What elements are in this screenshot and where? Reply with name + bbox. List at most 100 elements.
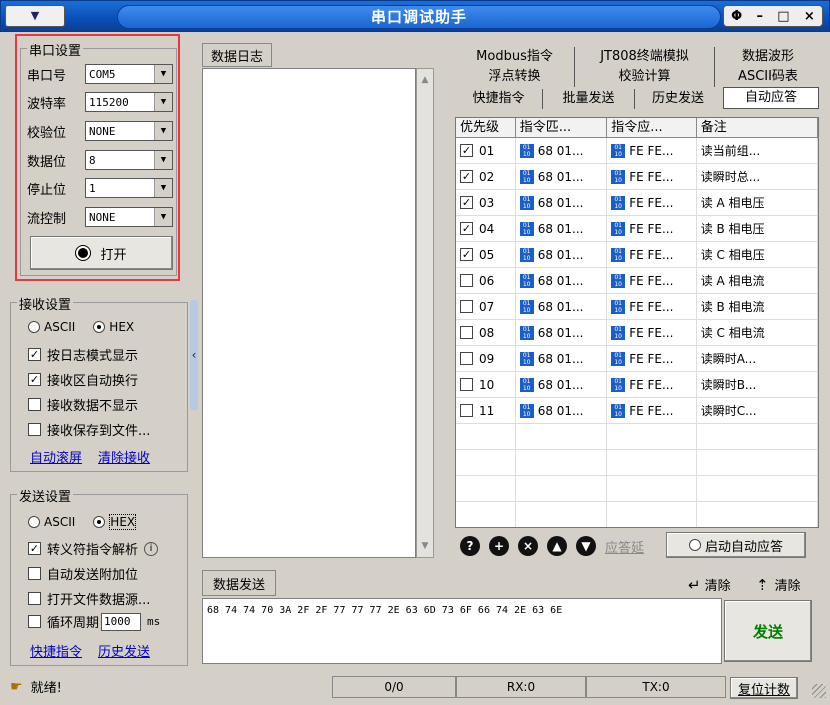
start-auto-reply-button[interactable]: 启动自动应答 xyxy=(666,532,806,558)
table-row[interactable]: ✓ 05 01 10 68 01... 01 10 FE FE... 读 C 相电压 xyxy=(456,241,818,268)
hex-radio[interactable] xyxy=(93,516,106,528)
reset-counter-button[interactable]: 复位计数 xyxy=(730,677,798,699)
table-row[interactable]: 06 01 10 68 01... 01 10 FE FE... 读 A 相电流 xyxy=(456,267,818,294)
checkbox[interactable] xyxy=(28,567,41,580)
table-row[interactable]: 09 01 10 68 01... 01 10 FE FE... 读瞬时A... xyxy=(456,345,818,372)
restore-icon[interactable]: Φ xyxy=(731,9,742,24)
move-down-icon[interactable]: ▼ xyxy=(576,536,596,556)
delay-label[interactable]: 应答延 xyxy=(605,537,644,556)
checkbox[interactable] xyxy=(28,615,41,628)
tab-modbus[interactable]: Modbus指令 xyxy=(455,47,575,67)
header-priority[interactable]: 优先级 xyxy=(456,118,516,137)
send-option[interactable]: 自动发送附加位 xyxy=(28,564,138,583)
table-row[interactable]: ✓ 04 01 10 68 01... 01 10 FE FE... 读 B 相电压 xyxy=(456,215,818,242)
open-port-button[interactable]: 打开 xyxy=(30,236,173,270)
ascii-radio[interactable] xyxy=(28,321,40,333)
baud-select[interactable]: 115200 ▼ xyxy=(85,92,173,112)
move-up-icon[interactable]: ▲ xyxy=(547,536,567,556)
header-note[interactable]: 备注 xyxy=(697,118,818,137)
add-icon[interactable]: + xyxy=(489,536,509,556)
receive-option[interactable]: 接收保存到文件... xyxy=(28,420,150,439)
auto-scroll-link[interactable]: 自动滚屏 xyxy=(30,447,82,466)
hex-icon: 01 10 xyxy=(611,143,626,158)
tab-waveform[interactable]: 数据波形 xyxy=(715,47,821,67)
stopbits-select[interactable]: 1 ▼ xyxy=(85,178,173,198)
checkbox[interactable]: ✓ xyxy=(28,542,41,555)
info-icon[interactable]: i xyxy=(144,541,159,556)
tabs-row-2: 浮点转换 校验计算 ASCII码表 xyxy=(455,67,821,87)
checkbox[interactable] xyxy=(28,423,41,436)
send-input[interactable]: 68 74 74 70 3A 2F 2F 77 77 77 2E 63 6D 7… xyxy=(202,598,722,664)
send-option[interactable]: ✓ 转义符指令解析 i xyxy=(28,539,159,558)
table-row[interactable]: 07 01 10 68 01... 01 10 FE FE... 读 B 相电流 xyxy=(456,293,818,320)
checkbox[interactable] xyxy=(460,378,473,391)
checkbox[interactable]: ✓ xyxy=(460,144,473,157)
checkbox[interactable]: ✓ xyxy=(460,196,473,209)
receive-option[interactable]: ✓ 接收区自动换行 xyxy=(28,370,138,389)
close-icon[interactable]: × xyxy=(804,9,815,24)
port-select[interactable]: COM5 ▼ xyxy=(85,64,173,84)
log-scrollbar[interactable]: ▲ ▼ xyxy=(416,68,434,558)
checkbox[interactable]: ✓ xyxy=(460,222,473,235)
tab-ascii[interactable]: ASCII码表 xyxy=(715,67,821,87)
checkbox[interactable] xyxy=(460,274,473,287)
tab-auto-reply[interactable]: 自动应答 xyxy=(723,87,819,109)
tab-checksum[interactable]: 校验计算 xyxy=(575,67,715,87)
clear-send-button[interactable]: ↵ 清除 xyxy=(688,575,731,595)
hex-icon: 01 10 xyxy=(611,351,626,366)
app-menu-icon[interactable]: ▼ xyxy=(5,5,65,27)
checkbox[interactable] xyxy=(460,404,473,417)
serial-row: 波特率 115200 ▼ xyxy=(27,92,173,112)
collapse-handle[interactable]: ‹ xyxy=(190,300,198,410)
table-row[interactable]: ✓ 02 01 10 68 01... 01 10 FE FE... 读瞬时总... xyxy=(456,163,818,190)
checkbox[interactable]: ✓ xyxy=(460,170,473,183)
checkbox[interactable] xyxy=(460,300,473,313)
tab-batch-send[interactable]: 批量发送 xyxy=(543,89,635,109)
tab-quick-cmd[interactable]: 快捷指令 xyxy=(455,89,543,109)
hex-icon: 01 10 xyxy=(611,221,626,236)
tab-float[interactable]: 浮点转换 xyxy=(455,67,575,87)
clear-all-button[interactable]: ⇡ 清除 xyxy=(756,575,801,595)
record-icon xyxy=(75,245,92,261)
receive-option[interactable]: ✓ 按日志模式显示 xyxy=(28,345,138,364)
databits-select[interactable]: 8 ▼ xyxy=(85,150,173,170)
tab-jt808[interactable]: JT808终端模拟 xyxy=(575,47,715,67)
resize-grip[interactable] xyxy=(812,684,826,698)
checkbox[interactable]: ✓ xyxy=(28,348,41,361)
table-row[interactable]: 11 01 10 68 01... 01 10 FE FE... 读瞬时C... xyxy=(456,397,818,424)
flow-select[interactable]: NONE ▼ xyxy=(85,207,173,227)
chevron-down-icon: ▼ xyxy=(154,122,172,140)
help-icon[interactable]: ? xyxy=(460,536,480,556)
maximize-icon[interactable]: □ xyxy=(777,9,789,24)
table-row[interactable]: 10 01 10 68 01... 01 10 FE FE... 读瞬时B... xyxy=(456,371,818,398)
checkbox[interactable] xyxy=(28,398,41,411)
table-row[interactable]: ✓ 03 01 10 68 01... 01 10 FE FE... 读 A 相电压 xyxy=(456,189,818,216)
checkbox[interactable] xyxy=(28,592,41,605)
receive-option[interactable]: 接收数据不显示 xyxy=(28,395,138,414)
table-row[interactable]: ✓ 01 01 10 68 01... 01 10 FE FE... 读当前组... xyxy=(456,137,818,164)
send-option[interactable]: 打开文件数据源... xyxy=(28,589,150,608)
tab-history[interactable]: 历史发送 xyxy=(635,89,721,109)
header-match[interactable]: 指令匹... xyxy=(516,118,608,137)
quick-cmd-link[interactable]: 快捷指令 xyxy=(30,641,82,660)
send-option[interactable]: 循环周期 1000 ms xyxy=(28,612,160,631)
send-button[interactable]: 发送 xyxy=(724,600,812,662)
hex-icon: 01 10 xyxy=(519,221,534,236)
delete-icon[interactable]: × xyxy=(518,536,538,556)
hex-radio[interactable] xyxy=(93,321,106,333)
receive-settings-label: 接收设置 xyxy=(17,294,74,313)
clear-receive-link[interactable]: 清除接收 xyxy=(98,447,150,466)
table-row[interactable]: 08 01 10 68 01... 01 10 FE FE... 读 C 相电流 xyxy=(456,319,818,346)
checkbox[interactable] xyxy=(460,326,473,339)
checkbox[interactable]: ✓ xyxy=(460,248,473,261)
checkbox[interactable] xyxy=(460,352,473,365)
log-area[interactable] xyxy=(202,68,416,558)
ascii-radio[interactable] xyxy=(28,516,40,528)
parity-select[interactable]: NONE ▼ xyxy=(85,121,173,141)
header-response[interactable]: 指令应... xyxy=(607,118,697,137)
status-ready: ☛ 就绪! xyxy=(10,678,62,697)
checkbox[interactable]: ✓ xyxy=(28,373,41,386)
history-send-link[interactable]: 历史发送 xyxy=(98,641,150,660)
minimize-icon[interactable]: – xyxy=(757,9,764,24)
period-input[interactable]: 1000 xyxy=(101,612,142,631)
